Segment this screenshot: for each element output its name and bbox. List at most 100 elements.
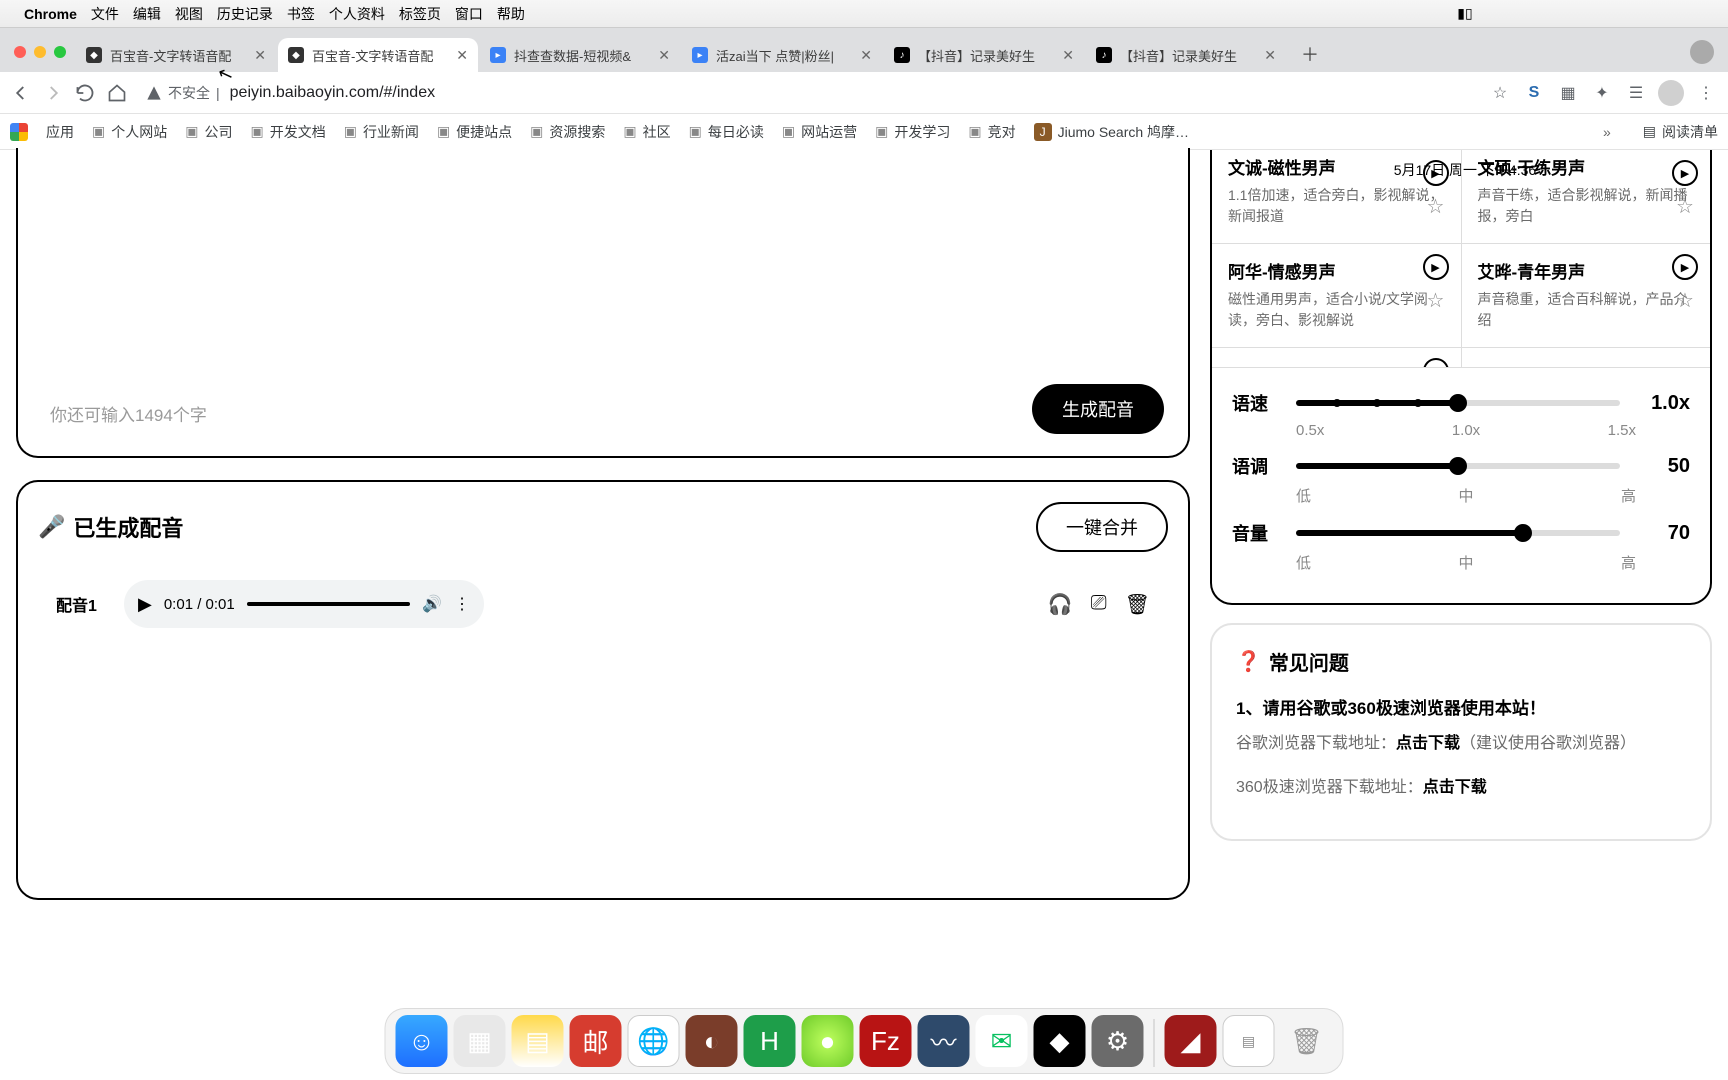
ext-sogou-icon[interactable]: S	[1522, 81, 1546, 105]
bookmark-folder[interactable]: ▣公司	[185, 122, 232, 142]
address-bar[interactable]: 不安全 | peiyin.baibaoyin.com/#/index	[138, 77, 1478, 109]
dock-app-icon[interactable]: 〰	[918, 1015, 970, 1067]
voice-play-icon[interactable]: ▶	[1672, 160, 1698, 186]
bookmark-folder[interactable]: ▣个人网站	[92, 122, 167, 142]
menu-history[interactable]: 历史记录	[217, 4, 273, 24]
dock-settings-icon[interactable]: ⚙	[1092, 1015, 1144, 1067]
close-window-button[interactable]	[14, 46, 26, 58]
delete-icon[interactable]: 🗑	[1125, 592, 1150, 617]
audio-track[interactable]	[247, 602, 410, 606]
voice-item[interactable]: 阿华-情感男声 磁性通用男声，适合小说/文学阅读，旁白、影视解说 ▶☆	[1212, 243, 1462, 347]
new-tab-button[interactable]: ＋	[1296, 40, 1324, 68]
bookmark-folder[interactable]: ▣开发学习	[875, 122, 950, 142]
extensions-button[interactable]: ✦	[1590, 81, 1614, 105]
tab-6[interactable]: ♪【抖音】记录美好生✕	[1086, 38, 1286, 72]
dock-app-icon[interactable]: ◢	[1165, 1015, 1217, 1067]
voice-play-icon[interactable]: ▶	[1423, 358, 1449, 367]
voice-item[interactable]: 文硕-干练男声 声音干练，适合影视解说，新闻播报，旁白 ▶☆	[1462, 150, 1711, 243]
voice-item[interactable]: 文诚-磁性男声 1.1倍加速，适合旁白，影视解说，新闻报道 ▶☆	[1212, 150, 1462, 243]
voice-item[interactable]	[1462, 347, 1711, 367]
close-tab-icon[interactable]: ✕	[456, 47, 468, 64]
app-name[interactable]: Chrome	[24, 6, 77, 22]
chrome-menu-button[interactable]: ⋮	[1694, 81, 1718, 105]
bookmark-folder[interactable]: ▣行业新闻	[344, 122, 419, 142]
dock-app-icon[interactable]: ◐	[686, 1015, 738, 1067]
close-tab-icon[interactable]: ✕	[658, 47, 670, 64]
bookmarks-overflow[interactable]: »	[1603, 124, 1611, 140]
close-tab-icon[interactable]: ✕	[254, 47, 266, 64]
menu-bookmarks[interactable]: 书签	[287, 4, 315, 24]
reading-list-button[interactable]: ☰	[1624, 81, 1648, 105]
bookmark-folder[interactable]: ▣竞对	[968, 122, 1015, 142]
bookmark-folder[interactable]: ▣便捷站点	[437, 122, 512, 142]
merge-all-button[interactable]: 一键合并	[1036, 502, 1168, 552]
dock-app-icon[interactable]: ●	[802, 1015, 854, 1067]
tab-3[interactable]: ▸抖查查数据-短视频&✕	[480, 38, 680, 72]
audio-menu-icon[interactable]: ⋮	[454, 594, 470, 614]
headphones-icon[interactable]: 🎧	[1048, 592, 1073, 617]
voice-star-icon[interactable]: ☆	[1676, 194, 1694, 219]
star-button[interactable]: ☆	[1488, 81, 1512, 105]
dock-baibaoyin-icon[interactable]: ◆	[1034, 1015, 1086, 1067]
menu-help[interactable]: 帮助	[497, 4, 525, 24]
tab-search-button[interactable]	[1690, 40, 1714, 64]
reload-button[interactable]	[74, 82, 96, 104]
dock-trash-icon[interactable]: 🗑	[1281, 1015, 1333, 1067]
menu-edit[interactable]: 编辑	[133, 4, 161, 24]
tab-1[interactable]: ◆百宝音-文字转语音配✕	[76, 38, 276, 72]
dock-app-icon[interactable]: H	[744, 1015, 796, 1067]
profile-avatar[interactable]	[1658, 80, 1684, 106]
menu-file[interactable]: 文件	[91, 4, 119, 24]
bookmark-folder[interactable]: ▣网站运营	[782, 122, 857, 142]
bookmark-folder[interactable]: ▣开发文档	[250, 122, 325, 142]
video-icon[interactable]: ⎚	[1091, 592, 1107, 617]
reading-list-button[interactable]: ▤阅读清单	[1643, 122, 1718, 142]
menu-profiles[interactable]: 个人资料	[329, 4, 385, 24]
menu-window[interactable]: 窗口	[455, 4, 483, 24]
tab-4[interactable]: ▸活zai当下 点赞|粉丝|✕	[682, 38, 882, 72]
download-link[interactable]: 点击下载	[1396, 735, 1460, 752]
voice-item[interactable]: 艾墨-沉稳男声 ▶	[1212, 347, 1462, 367]
bookmark-folder[interactable]: ▣每日必读	[689, 122, 764, 142]
pitch-slider[interactable]	[1296, 463, 1620, 469]
back-button[interactable]	[10, 82, 32, 104]
dock-finder-icon[interactable]: ☺	[396, 1015, 448, 1067]
tab-5[interactable]: ♪【抖音】记录美好生✕	[884, 38, 1084, 72]
forward-button[interactable]	[42, 82, 64, 104]
home-button[interactable]	[106, 82, 128, 104]
voice-star-icon[interactable]: ☆	[1427, 194, 1445, 219]
apps-label[interactable]: 应用	[46, 122, 74, 142]
status-battery-icon[interactable]: ▮▯	[1457, 5, 1472, 22]
bookmark-folder[interactable]: ▣社区	[623, 122, 670, 142]
zoom-window-button[interactable]	[54, 46, 66, 58]
voice-play-icon[interactable]: ▶	[1423, 160, 1449, 186]
volume-icon[interactable]: 🔊	[422, 594, 442, 614]
download-link[interactable]: 点击下载	[1423, 779, 1487, 796]
volume-slider[interactable]	[1296, 530, 1620, 536]
ext-panda-icon[interactable]: ▦	[1556, 81, 1580, 105]
dock-filezilla-icon[interactable]: Fz	[860, 1015, 912, 1067]
play-button[interactable]: ▶	[138, 594, 152, 615]
voice-play-icon[interactable]: ▶	[1672, 254, 1698, 280]
voice-play-icon[interactable]: ▶	[1423, 254, 1449, 280]
voice-item[interactable]: 艾晔-青年男声 声音稳重，适合百科解说，产品介绍 ▶☆	[1462, 243, 1711, 347]
generate-audio-button[interactable]: 生成配音	[1032, 384, 1164, 434]
speed-slider[interactable]	[1296, 400, 1620, 406]
minimize-window-button[interactable]	[34, 46, 46, 58]
menu-tabs[interactable]: 标签页	[399, 4, 441, 24]
menu-view[interactable]: 视图	[175, 4, 203, 24]
voice-star-icon[interactable]: ☆	[1676, 288, 1694, 313]
close-tab-icon[interactable]: ✕	[1062, 47, 1074, 64]
dock-document-icon[interactable]: ▤	[1223, 1015, 1275, 1067]
bookmark-folder[interactable]: ▣资源搜索	[530, 122, 605, 142]
tab-2[interactable]: ◆百宝音-文字转语音配✕	[278, 38, 478, 72]
close-tab-icon[interactable]: ✕	[860, 47, 872, 64]
bookmark-jiumo[interactable]: JJiumo Search 鸠摩…	[1034, 122, 1189, 142]
close-tab-icon[interactable]: ✕	[1264, 47, 1276, 64]
apps-icon[interactable]	[10, 123, 28, 141]
dock-chrome-icon[interactable]: 🌐	[628, 1015, 680, 1067]
dock-mail-icon[interactable]: 邮	[570, 1015, 622, 1067]
dock-launchpad-icon[interactable]: ▦	[454, 1015, 506, 1067]
audio-player[interactable]: ▶ 0:01 / 0:01 🔊 ⋮	[124, 580, 484, 628]
dock-wechat-icon[interactable]: ✉	[976, 1015, 1028, 1067]
